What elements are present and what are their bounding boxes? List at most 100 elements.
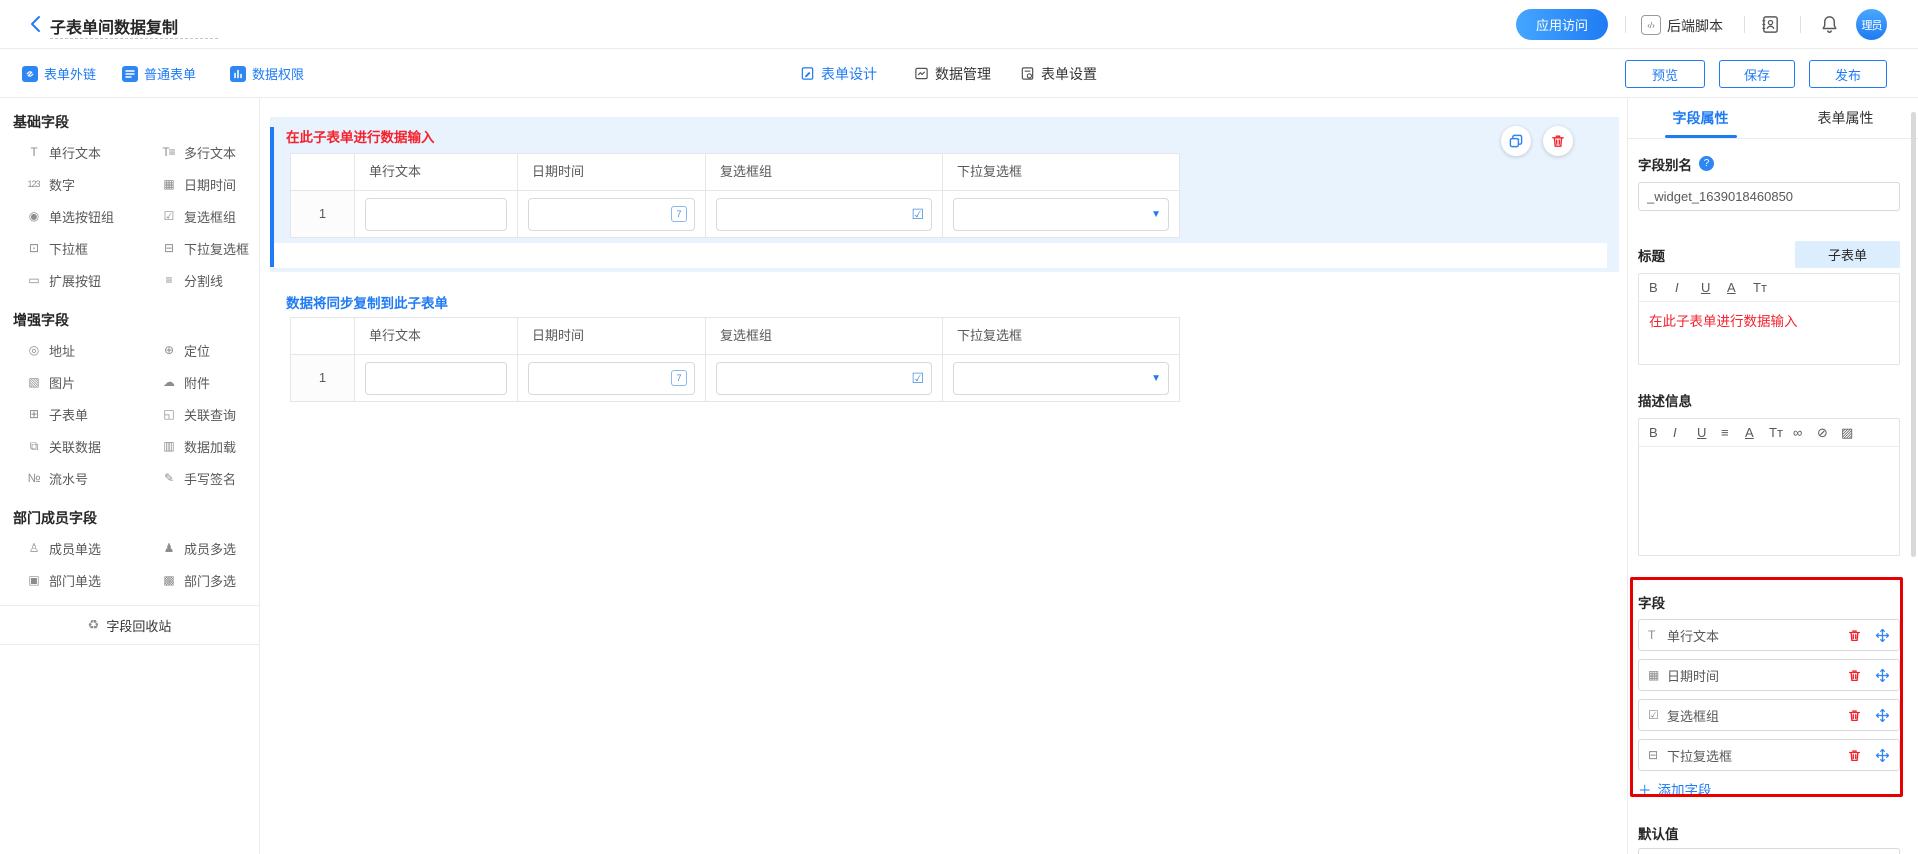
- dropdown-cell-input[interactable]: ▼: [953, 362, 1169, 395]
- back-icon[interactable]: [26, 14, 46, 34]
- insert-image-icon[interactable]: ▨: [1841, 425, 1865, 441]
- italic-button[interactable]: I: [1673, 425, 1697, 440]
- link-label: 表单外链: [44, 64, 96, 83]
- align-button[interactable]: ≡: [1721, 425, 1745, 440]
- tab-form-settings[interactable]: 表单设置: [1020, 49, 1097, 98]
- bold-button[interactable]: B: [1649, 425, 1673, 440]
- sidebar-field-item[interactable]: ◉单选按钮组: [25, 200, 160, 232]
- subform-field-row[interactable]: ⊟ 下拉复选框: [1638, 739, 1900, 771]
- sidebar-field-item[interactable]: ⊡下拉框: [25, 232, 160, 264]
- help-icon[interactable]: ?: [1699, 156, 1714, 171]
- fontsize-button[interactable]: Tт: [1753, 280, 1779, 295]
- move-field-handle[interactable]: [1875, 748, 1890, 763]
- title-content[interactable]: 在此子表单进行数据输入: [1639, 302, 1899, 364]
- tab-data-management[interactable]: 数据管理: [914, 49, 991, 98]
- publish-button[interactable]: 发布: [1809, 60, 1887, 88]
- italic-button[interactable]: I: [1675, 280, 1701, 295]
- sidebar-field-item[interactable]: ◎地址: [25, 334, 160, 366]
- richtext-toolbar: B I U A Tт: [1639, 274, 1899, 302]
- delete-field-button[interactable]: [1847, 628, 1862, 643]
- trash-icon: [1550, 133, 1566, 149]
- add-field-button[interactable]: ＋ 添加字段: [1638, 779, 1712, 799]
- tab-form-properties[interactable]: 表单属性: [1773, 98, 1918, 138]
- sidebar-field-item[interactable]: ✎手写签名: [160, 462, 272, 494]
- sidebar-field-item[interactable]: ▩部门多选: [160, 564, 272, 596]
- date-cell-input[interactable]: 7: [528, 362, 695, 395]
- app-access-button[interactable]: 应用访问: [1516, 9, 1608, 40]
- sidebar-field-item[interactable]: ≡分割线: [160, 264, 272, 296]
- text-cell-input[interactable]: [365, 198, 507, 231]
- subform-field-row[interactable]: T 单行文本: [1638, 619, 1900, 651]
- sidebar-field-item[interactable]: ☁附件: [160, 366, 272, 398]
- sidebar-field-item[interactable]: №流水号: [25, 462, 160, 494]
- default-value-select[interactable]: 自定义 ▼: [1638, 848, 1900, 854]
- bars-icon: [230, 66, 246, 82]
- data-permission-button[interactable]: 数据权限: [230, 49, 304, 98]
- sidebar-field-item[interactable]: ⊟下拉复选框: [160, 232, 272, 264]
- tab-form-design[interactable]: 表单设计: [800, 49, 877, 98]
- bell-icon[interactable]: [1819, 14, 1840, 35]
- move-field-handle[interactable]: [1875, 708, 1890, 723]
- text-cell-input[interactable]: [365, 362, 507, 395]
- sidebar-field-item[interactable]: ▦日期时间: [160, 168, 272, 200]
- active-tab-underline: [1665, 135, 1737, 138]
- sidebar-field-item[interactable]: ▭扩展按钮: [25, 264, 160, 296]
- column-header: 复选框组: [706, 154, 943, 190]
- sidebar-field-item[interactable]: ◱关联查询: [160, 398, 272, 430]
- subform-widget-source[interactable]: 在此子表单进行数据输入 单行文本 日期时间 复选框组 下拉复选框 1 7 ☑ ▼: [270, 117, 1619, 272]
- sidebar-field-item[interactable]: ▣部门单选: [25, 564, 160, 596]
- field-label: 扩展按钮: [49, 271, 101, 290]
- contacts-icon[interactable]: [1760, 14, 1781, 35]
- sidebar-field-item[interactable]: ☑复选框组: [160, 200, 272, 232]
- trash-icon: [1847, 628, 1862, 643]
- subform-field-row[interactable]: ☑ 复选框组: [1638, 699, 1900, 731]
- sidebar-field-item[interactable]: T单行文本: [25, 136, 160, 168]
- delete-field-button[interactable]: [1847, 708, 1862, 723]
- copy-widget-button[interactable]: [1501, 126, 1531, 156]
- table-row: 1 7 ☑ ▼: [291, 191, 1179, 237]
- avatar[interactable]: 理员: [1856, 9, 1887, 40]
- preview-button[interactable]: 预览: [1625, 60, 1705, 88]
- subform-field-row[interactable]: ▦ 日期时间: [1638, 659, 1900, 691]
- tab-field-properties[interactable]: 字段属性: [1628, 98, 1773, 138]
- move-field-handle[interactable]: [1875, 628, 1890, 643]
- fontsize-button[interactable]: Tт: [1769, 425, 1793, 440]
- panel-scrollbar[interactable]: [1911, 112, 1916, 557]
- save-button[interactable]: 保存: [1719, 60, 1795, 88]
- link-icon[interactable]: ∞: [1793, 425, 1817, 440]
- page-title[interactable]: 子表单间数据复制: [50, 14, 178, 38]
- sidebar-field-item[interactable]: ▥数据加载: [160, 430, 272, 462]
- date-cell-input[interactable]: 7: [528, 198, 695, 231]
- underline-button[interactable]: U: [1697, 425, 1721, 440]
- unlink-icon[interactable]: ⊘: [1817, 425, 1841, 441]
- field-recycle-bin-button[interactable]: ♻ 字段回收站: [0, 605, 259, 645]
- sidebar-field-item[interactable]: ♙成员单选: [25, 532, 160, 564]
- field-alias-input[interactable]: [1638, 182, 1900, 211]
- sidebar-field-item[interactable]: 123数字: [25, 168, 160, 200]
- underline-button[interactable]: U: [1701, 280, 1727, 295]
- widget-type-badge[interactable]: 子表单: [1795, 241, 1900, 268]
- subform-widget-target[interactable]: 数据将同步复制到此子表单 单行文本 日期时间 复选框组 下拉复选框 1 7 ☑ …: [270, 283, 1619, 408]
- description-content[interactable]: [1639, 447, 1899, 555]
- delete-widget-button[interactable]: [1543, 126, 1573, 156]
- sidebar-field-item[interactable]: ♟成员多选: [160, 532, 272, 564]
- delete-field-button[interactable]: [1847, 748, 1862, 763]
- normal-form-button[interactable]: 普通表单: [122, 49, 196, 98]
- backend-script-button[interactable]: 后端脚本: [1667, 16, 1723, 36]
- data-icon: [914, 66, 929, 81]
- sidebar-field-item[interactable]: ⧉关联数据: [25, 430, 160, 462]
- sidebar-field-item[interactable]: ⊕定位: [160, 334, 272, 366]
- color-button[interactable]: A: [1745, 425, 1769, 440]
- sidebar-field-item[interactable]: ⊞子表单: [25, 398, 160, 430]
- checkbox-cell-input[interactable]: ☑: [716, 198, 932, 231]
- form-external-link-button[interactable]: 表单外链: [22, 49, 96, 98]
- bold-button[interactable]: B: [1649, 280, 1675, 295]
- sidebar-field-item[interactable]: ▧图片: [25, 366, 160, 398]
- form-canvas[interactable]: 在此子表单进行数据输入 单行文本 日期时间 复选框组 下拉复选框 1 7 ☑ ▼: [260, 98, 1627, 854]
- dropdown-cell-input[interactable]: ▼: [953, 198, 1169, 231]
- delete-field-button[interactable]: [1847, 668, 1862, 683]
- move-field-handle[interactable]: [1875, 668, 1890, 683]
- color-button[interactable]: A: [1727, 280, 1753, 295]
- sidebar-field-item[interactable]: T≡多行文本: [160, 136, 272, 168]
- checkbox-cell-input[interactable]: ☑: [716, 362, 932, 395]
